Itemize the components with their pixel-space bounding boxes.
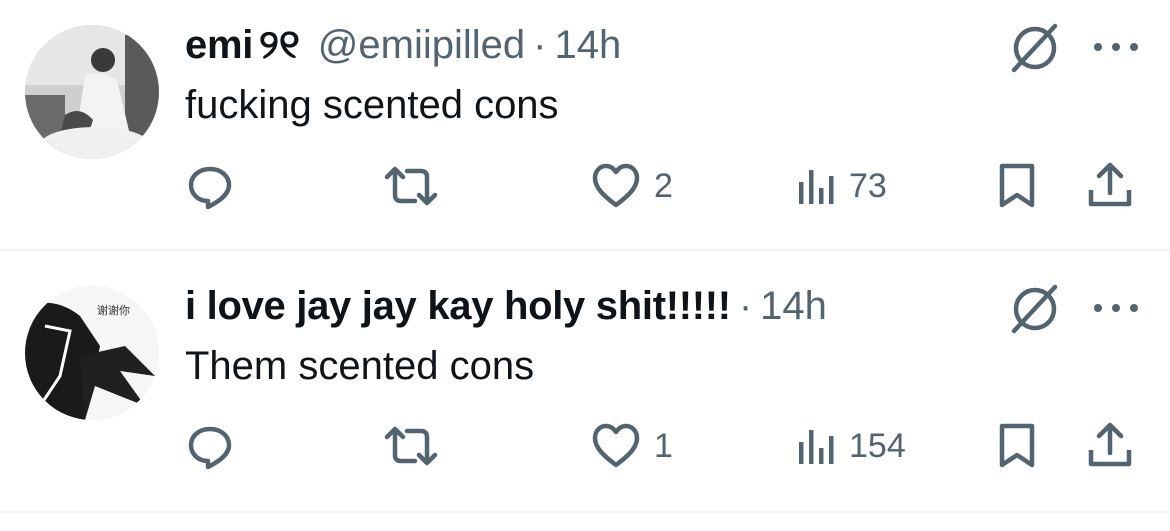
- tweet-header: i love jay jay kay holy shit!!!!! · 14h: [185, 281, 827, 331]
- repost-icon: [384, 166, 438, 206]
- more-icon[interactable]: [1090, 298, 1142, 318]
- bookmark-icon: [999, 163, 1035, 208]
- avatar[interactable]: 谢谢你: [25, 286, 159, 420]
- reply-button[interactable]: [185, 156, 235, 216]
- views-button[interactable]: 73: [793, 156, 887, 216]
- tweet-text: Them scented cons: [185, 344, 535, 388]
- like-button[interactable]: 1: [590, 416, 673, 476]
- reply-icon: [188, 426, 232, 470]
- more-icon[interactable]: [1090, 37, 1142, 57]
- timestamp[interactable]: 14h: [760, 281, 827, 331]
- separator-dot: ·: [533, 23, 547, 67]
- display-name[interactable]: i love jay jay kay holy shit!!!!!: [185, 281, 731, 331]
- repost-icon: [384, 426, 438, 466]
- reply-icon: [188, 166, 232, 210]
- tweet[interactable]: emi ୨୧ @emiipilled · 14h fucking scented…: [0, 0, 1170, 249]
- views-icon: [799, 430, 834, 464]
- timestamp[interactable]: 14h: [554, 20, 621, 70]
- view-count: 154: [849, 427, 906, 465]
- name-emoji: ୨୧: [259, 23, 300, 67]
- tweet-text: fucking scented cons: [185, 83, 559, 127]
- like-button[interactable]: 2: [590, 156, 673, 216]
- reply-button[interactable]: [185, 416, 235, 476]
- heart-icon: [592, 163, 640, 208]
- share-icon: [1088, 422, 1132, 467]
- avatar[interactable]: [25, 25, 159, 159]
- grok-icon[interactable]: [1008, 20, 1062, 74]
- views-button[interactable]: 154: [793, 416, 906, 476]
- like-count: 2: [654, 167, 673, 205]
- view-count: 73: [849, 167, 887, 205]
- bookmark-button[interactable]: [995, 416, 1039, 476]
- avatar-photo: 谢谢你: [25, 286, 159, 420]
- separator-dot: ·: [738, 284, 753, 328]
- display-name[interactable]: emi: [185, 20, 253, 70]
- repost-button[interactable]: [383, 416, 439, 476]
- share-button[interactable]: [1085, 416, 1135, 476]
- action-bar: 1 154: [0, 416, 1170, 476]
- avatar-photo: [25, 25, 159, 159]
- tweet-divider: [0, 511, 1170, 513]
- tweet[interactable]: 谢谢你 i love jay jay kay holy shit!!!!! · …: [0, 251, 1170, 511]
- like-count: 1: [654, 427, 673, 465]
- avatar-caption: 谢谢你: [97, 303, 130, 317]
- grok-icon[interactable]: [1008, 281, 1062, 335]
- tweet-header: emi ୨୧ @emiipilled · 14h: [185, 20, 621, 70]
- share-button[interactable]: [1085, 156, 1135, 216]
- views-icon: [799, 170, 834, 204]
- share-icon: [1088, 162, 1132, 207]
- bookmark-button[interactable]: [995, 156, 1039, 216]
- heart-icon: [592, 423, 640, 468]
- action-bar: 2 73: [0, 156, 1170, 216]
- bookmark-icon: [999, 423, 1035, 468]
- timeline-feed: emi ୨୧ @emiipilled · 14h fucking scented…: [0, 0, 1170, 531]
- repost-button[interactable]: [383, 156, 439, 216]
- user-handle[interactable]: @emiipilled: [318, 20, 525, 70]
